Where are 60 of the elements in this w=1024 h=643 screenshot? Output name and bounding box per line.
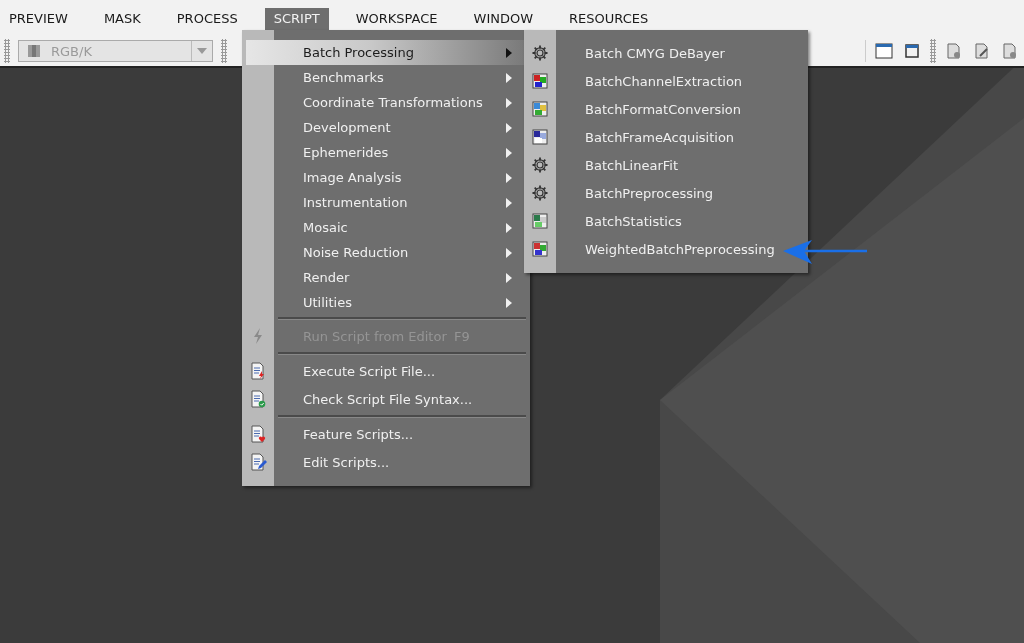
menu-item[interactable]: Check Script File Syntax... — [242, 385, 524, 413]
menu-item[interactable]: Batch Processing — [246, 40, 524, 65]
gear-icon — [531, 156, 549, 174]
channels-icon — [27, 44, 41, 58]
menu-item[interactable]: BatchFrameAcquisition — [524, 123, 808, 151]
submenu-arrow-icon — [506, 47, 512, 58]
menu-item[interactable]: Coordinate Transformations — [242, 90, 524, 115]
menu-item[interactable]: Execute Script File... — [242, 357, 524, 385]
menu-item[interactable]: Render — [242, 265, 524, 290]
menu-item[interactable]: Development — [242, 115, 524, 140]
caret-icon — [197, 48, 207, 54]
submenu-arrow-icon — [506, 172, 512, 183]
submenu-arrow-icon — [506, 147, 512, 158]
menu-item[interactable]: BatchFormatConversion — [524, 95, 808, 123]
script-document-icon — [249, 425, 267, 443]
menu-bar-item[interactable]: PROCESS — [167, 8, 247, 30]
script-document-icon — [249, 362, 267, 380]
gear-icon — [531, 44, 549, 62]
thumbnail-icon — [531, 212, 549, 230]
thumbnail-icon — [531, 128, 549, 146]
toolbar-grip[interactable] — [930, 39, 936, 63]
submenu-arrow-icon — [506, 247, 512, 258]
menu-bar-item[interactable]: SCRIPT — [264, 8, 329, 30]
menu-item[interactable]: BatchStatistics — [524, 207, 808, 235]
menu-item[interactable]: Ephemerides — [242, 140, 524, 165]
menu-item[interactable]: Image Analysis — [242, 165, 524, 190]
menu-item[interactable]: Batch CMYG DeBayer — [524, 39, 808, 67]
submenu-arrow-icon — [506, 122, 512, 133]
toolbar-grip[interactable] — [4, 39, 10, 63]
menu-item[interactable]: Mosaic — [242, 215, 524, 240]
menu-bar-item[interactable]: WORKSPACE — [346, 8, 447, 30]
submenu-arrow-icon — [506, 197, 512, 208]
menu-item[interactable]: Noise Reduction — [242, 240, 524, 265]
submenu-arrow-icon — [506, 272, 512, 283]
submenu-arrow-icon — [506, 97, 512, 108]
window-icon[interactable] — [874, 41, 894, 61]
menu-item[interactable]: Instrumentation — [242, 190, 524, 215]
script-document-icon — [249, 390, 267, 408]
menu-bar-item[interactable]: MASK — [94, 8, 150, 30]
submenu-arrow-icon — [506, 297, 512, 308]
submenu-arrow-icon — [506, 222, 512, 233]
dropdown-value: RGB/K — [50, 43, 93, 59]
menu-item[interactable]: BatchChannelExtraction — [524, 67, 808, 95]
menu-item[interactable]: Benchmarks — [242, 65, 524, 90]
menu-item[interactable]: BatchPreprocessing — [524, 179, 808, 207]
thumbnail-icon — [531, 100, 549, 118]
menu-item[interactable]: Utilities — [242, 290, 524, 315]
menu-item[interactable]: BatchLinearFit — [524, 151, 808, 179]
fit-frame-icon[interactable] — [902, 41, 922, 61]
gear-icon — [531, 184, 549, 202]
menu-item[interactable]: Feature Scripts... — [242, 420, 524, 448]
thumbnail-icon — [531, 240, 549, 258]
submenu-arrow-icon — [506, 72, 512, 83]
menu-bar-item[interactable]: WINDOW — [464, 8, 543, 30]
script-document-icon — [249, 453, 267, 471]
thumbnail-icon — [531, 72, 549, 90]
menu-bar-item[interactable]: PREVIEW — [0, 8, 77, 30]
menu-item[interactable]: Edit Scripts... — [242, 448, 524, 476]
menu-bar-item[interactable]: RESOURCES — [560, 8, 658, 30]
toolbar-grip[interactable] — [221, 39, 227, 63]
